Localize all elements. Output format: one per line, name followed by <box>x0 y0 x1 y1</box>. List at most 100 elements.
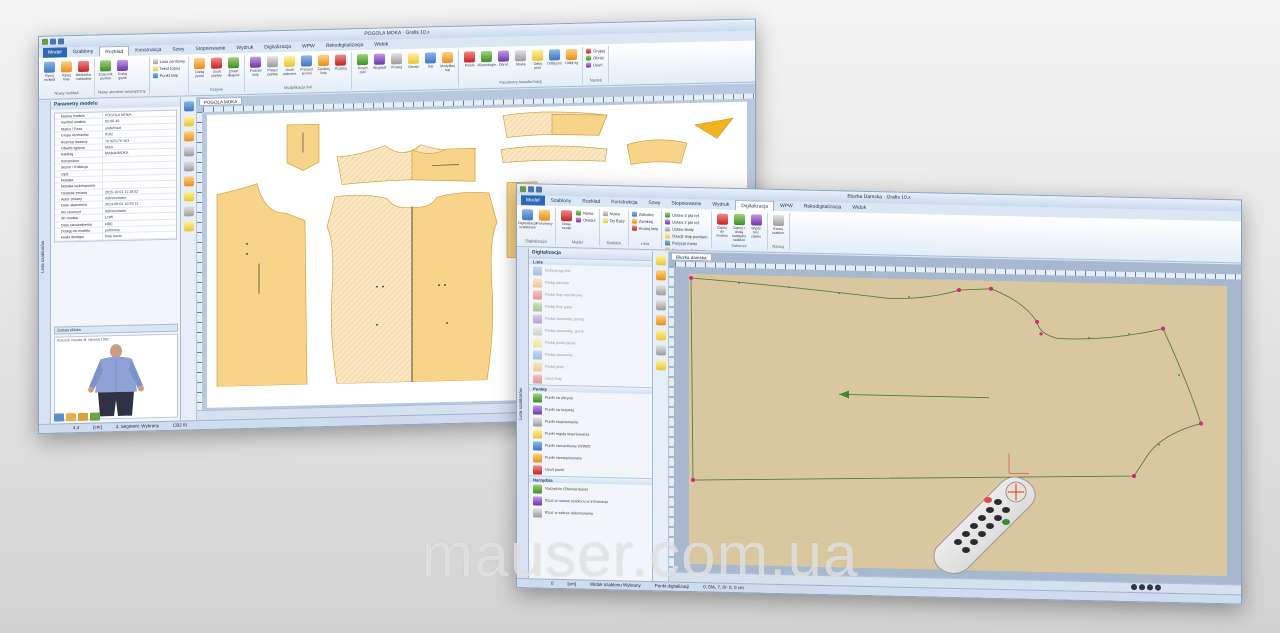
tab-digitalizacja[interactable]: Digitalizacja <box>735 199 774 211</box>
tab-konstrukcja[interactable]: Konstrukcja <box>606 197 642 208</box>
digitalizacja-szablonow-button[interactable]: Digitalizacja szablonów <box>518 207 537 238</box>
zoom-in-icon[interactable] <box>1131 583 1137 591</box>
notch-tool-icon[interactable] <box>183 176 194 187</box>
zamknij-linie-button[interactable]: Zamknij linię <box>316 53 331 84</box>
prostuj-button[interactable]: Prostuj <box>389 51 404 88</box>
otworz-button[interactable]: Otwórz <box>576 217 596 223</box>
tab-szwy[interactable]: Szwy <box>643 198 665 208</box>
layers-tool-icon[interactable] <box>183 191 194 202</box>
layers-tool-icon[interactable] <box>655 330 666 341</box>
tab-model-icon[interactable] <box>54 413 64 422</box>
wygladz-button[interactable]: Wyglądź <box>372 51 387 88</box>
hand-tool-icon[interactable] <box>655 360 666 371</box>
odbij-poz-button[interactable]: Odbij poz <box>547 47 562 78</box>
tab-templates-icon[interactable] <box>66 413 76 422</box>
rysuj-rozk-ad-button[interactable]: Rysuj rozkład <box>42 60 57 91</box>
obroc-button[interactable]: Obróć <box>496 48 511 79</box>
tab-rekodigitalizacja[interactable]: Rekodigitalizacja <box>321 40 369 51</box>
anuluj-linie-button[interactable]: Anuluj linię <box>631 225 658 231</box>
zoom-fit-icon[interactable] <box>1147 584 1153 591</box>
osadz-linie-pomiaru-button[interactable]: Osadź linię pomiaru <box>665 233 708 239</box>
wyjdz-bez-zapisu-button[interactable]: Wyjdź bez zapisu <box>749 212 764 243</box>
redo-icon[interactable] <box>536 186 542 193</box>
document-tab[interactable]: POGOLA MOKA <box>199 97 243 107</box>
nowa-button[interactable]: Nowa <box>576 210 596 216</box>
po-acz-punkty-button[interactable]: Połącz punkty <box>265 54 280 85</box>
point-tool-icon[interactable] <box>655 255 666 266</box>
zoom-out-icon[interactable] <box>1139 584 1145 591</box>
tab-measure-icon[interactable] <box>90 412 100 421</box>
punkt-linie-button[interactable]: Punkt linię <box>152 72 186 79</box>
files-toolbar[interactable]: Zestaw plików <box>54 323 178 335</box>
tab-szablony[interactable]: Szablony <box>546 196 577 207</box>
tab-rekodigitalizacja[interactable]: Rekodigitalizacja <box>799 201 847 212</box>
ustaw-2-pkt-ref-button[interactable]: Ustaw 2 pkt ref. <box>665 219 707 225</box>
tab-layout-icon[interactable] <box>78 412 88 422</box>
ustaw-3-pkt-ref-button[interactable]: Ustaw 3 pkt ref. <box>665 212 707 218</box>
tool-rzuc-w-zakres-dokonywania[interactable]: Rzuć w zakres dokonywania <box>529 506 652 521</box>
tab-model[interactable]: Model <box>521 195 545 206</box>
rysuj-linie-button[interactable]: Rysuj linię <box>59 59 74 90</box>
przetnij-button[interactable]: Przetnij <box>333 52 348 83</box>
select-tool-icon[interactable] <box>183 101 194 112</box>
tab-rozk-ad[interactable]: Rozkład <box>577 196 605 207</box>
nowy-model-button[interactable]: Nowy model <box>559 208 574 239</box>
tab-wydruk[interactable]: Wydruk <box>231 43 258 54</box>
paw-tool-icon[interactable] <box>183 206 194 217</box>
tab-szablony[interactable]: Szablony <box>68 47 99 58</box>
zamknij-button[interactable]: Zamknij <box>631 218 658 225</box>
tab-wpw[interactable]: WPW <box>297 41 320 52</box>
compass-tool-icon[interactable] <box>183 131 194 142</box>
odbij-pion-button[interactable]: Odbij pion <box>530 48 545 79</box>
znacznik-punktu-button[interactable]: Znacznik punktu <box>98 58 113 89</box>
zakoncz-button[interactable]: Zakończ <box>631 211 658 218</box>
usun-wybrane-button[interactable]: Usuń wybrane <box>282 54 297 85</box>
ruler-tool-icon[interactable] <box>655 300 666 311</box>
rownolegle-button[interactable]: Równolegle <box>478 49 496 80</box>
undo-icon[interactable] <box>528 186 534 193</box>
notch-tool-icon[interactable] <box>655 315 666 326</box>
tab-widok[interactable]: Widok <box>369 39 393 50</box>
measure-tool-icon[interactable] <box>183 146 194 157</box>
rzutuj-szablon-button[interactable]: Rzutuj szablon <box>771 213 786 244</box>
point-tool-icon[interactable] <box>183 116 194 127</box>
tab-wpw[interactable]: WPW <box>775 201 798 212</box>
ruler-tool-icon[interactable] <box>183 161 194 172</box>
paw-tool-icon[interactable] <box>655 345 666 356</box>
tekst-opis-button[interactable]: Tekst (opis) <box>152 65 186 72</box>
tab-stopniowanie[interactable]: Stopniowanie <box>190 43 230 54</box>
zapisz-i-dodaj-nastepny-szablon-button[interactable]: Zapisz i dodaj następny szablon <box>732 212 747 243</box>
pomin-button[interactable]: Pomiń <box>462 49 477 80</box>
undo-icon[interactable] <box>50 38 56 45</box>
zapisz-do-modelu-button[interactable]: Zapisz do modelu <box>715 212 730 243</box>
przesun-po-linii-button[interactable]: Przesuń po linii <box>299 53 314 84</box>
dodaj-guzik-button[interactable]: Dodaj guzik <box>115 58 130 89</box>
tab-widok[interactable]: Widok <box>847 203 871 214</box>
redo-icon[interactable] <box>58 38 64 45</box>
ustaw-skale-button[interactable]: Ustaw skalę <box>665 226 707 232</box>
tab-stopniowanie[interactable]: Stopniowanie <box>666 198 706 209</box>
usun-punkty-button[interactable]: Usuń punkty <box>209 55 224 86</box>
linia-centrowy-button[interactable]: Linia centrowy <box>152 58 185 65</box>
podziel-linie-button[interactable]: Podziel linię <box>248 54 263 85</box>
pozycja-menu-button[interactable]: Pozycja menu <box>665 240 707 246</box>
parametry-button[interactable]: Parametry <box>536 207 553 238</box>
biblioteka-rozk-adow-button[interactable]: Biblioteka rozkładów <box>76 59 91 90</box>
nowa-button[interactable]: Nowa <box>602 210 625 217</box>
grupuj-button[interactable]: Grupuj <box>586 48 605 54</box>
do-bazy-button[interactable]: Do Bazy <box>602 217 625 223</box>
obroc-button[interactable]: Obróć <box>586 55 605 61</box>
usun-button[interactable]: Usuń <box>586 62 605 68</box>
measure-tool-icon[interactable] <box>655 285 666 296</box>
tab-model[interactable]: Model <box>43 47 67 58</box>
tab-wydruk[interactable]: Wydruk <box>707 199 734 210</box>
odbij-eg-button[interactable]: Odbij eg <box>564 47 579 78</box>
dosyn-cykl-button[interactable]: Dosyń cykl <box>355 52 370 89</box>
modyfikuj-kat-button[interactable]: Modyfikuj kąt <box>440 50 455 87</box>
skaluj-button[interactable]: Skaluj <box>513 48 528 79</box>
save-icon[interactable] <box>42 38 48 45</box>
tab-konstrukcja[interactable]: Konstrukcja <box>130 45 166 56</box>
kat-button[interactable]: Kąt <box>423 50 438 87</box>
property-value[interactable]: brak hasła <box>103 232 176 239</box>
zmien-d-ugosc-button[interactable]: Zmień długość <box>226 55 241 86</box>
